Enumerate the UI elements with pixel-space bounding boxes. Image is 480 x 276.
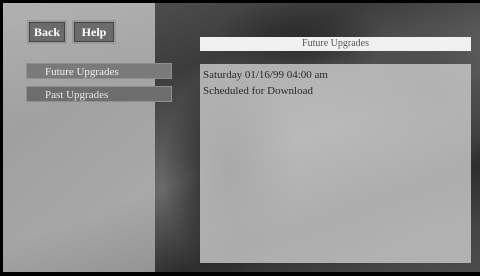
panel-title: Future Upgrades (200, 37, 471, 51)
menu-item-future-upgrades[interactable]: Future Upgrades (26, 63, 172, 79)
help-button[interactable]: Help (72, 20, 116, 44)
upgrades-screen: Back Help Future Upgrades Past Upgrades … (0, 0, 480, 276)
menu-item-past-upgrades[interactable]: Past Upgrades (26, 86, 172, 102)
upgrade-status-text: Scheduled for Download (203, 85, 313, 97)
back-button[interactable]: Back (27, 20, 67, 44)
upgrade-date-text: Saturday 01/16/99 04:00 am (203, 69, 328, 81)
